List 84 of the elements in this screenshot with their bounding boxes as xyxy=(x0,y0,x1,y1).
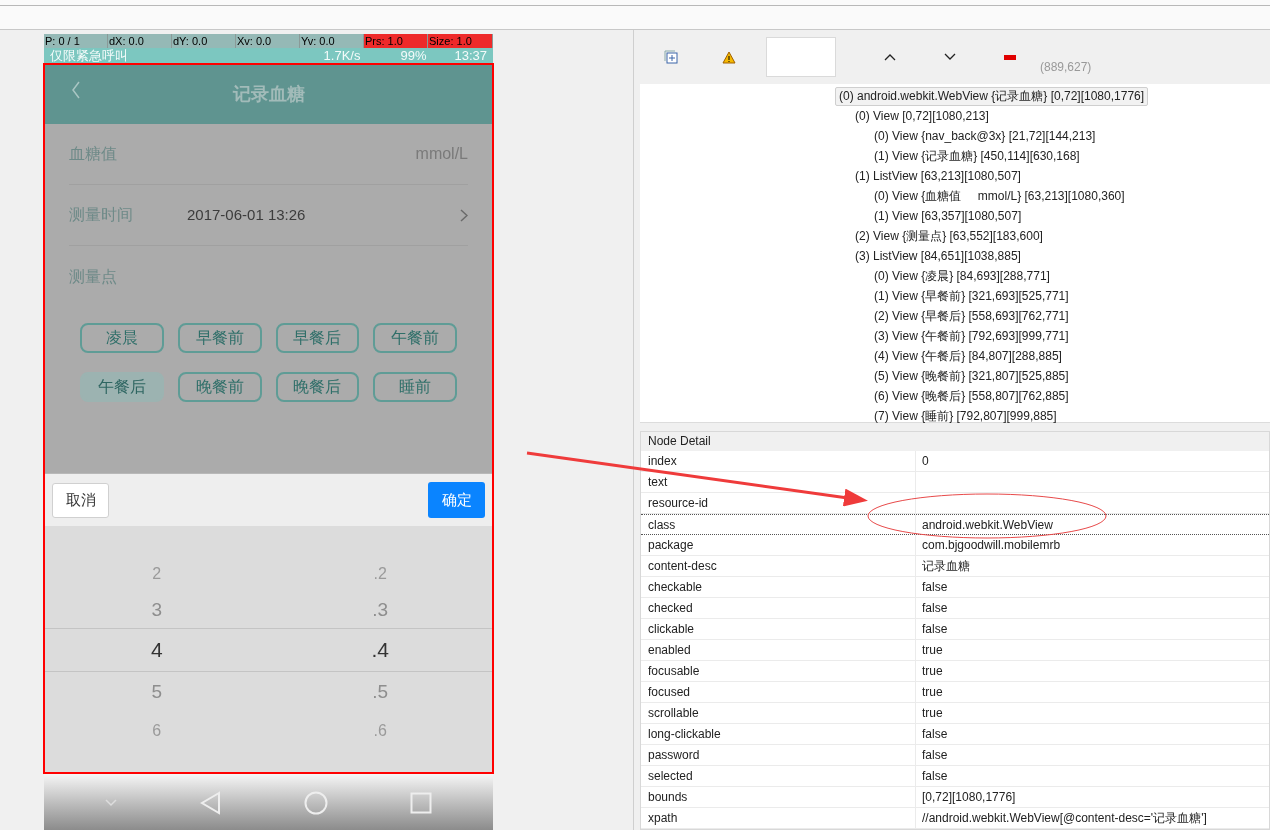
confirm-button[interactable]: 确定 xyxy=(428,482,485,518)
pointer-readout: dX: 0.0 xyxy=(108,34,172,48)
property-value: true xyxy=(921,663,943,680)
property-name: checkable xyxy=(641,577,916,597)
tree-node[interactable]: (0) View {nav_back@3x} [21,72][144,213] xyxy=(873,127,1097,145)
pointer-alert-readout: Size: 1.0 xyxy=(428,34,493,48)
property-value: com.bjgoodwill.mobilemrb xyxy=(921,537,1061,554)
tree-node[interactable]: (2) View {测量点} [63,552][183,600] xyxy=(854,227,1044,245)
pointer-readout: Xv: 0.0 xyxy=(236,34,300,48)
recents-icon[interactable] xyxy=(409,791,432,814)
tree-node[interactable]: (6) View {晚餐后} [558,807][762,885] xyxy=(873,387,1070,405)
panel-title: Node Detail xyxy=(641,432,1269,451)
tree-node[interactable]: (4) View {午餐后} [84,807][288,885] xyxy=(873,347,1063,365)
date-time-value[interactable]: 2017-06-01 13:26 xyxy=(187,203,306,227)
property-value: false xyxy=(921,621,948,638)
home-icon[interactable] xyxy=(303,790,328,815)
pointer-readout: P: 0 / 1 xyxy=(44,34,108,48)
property-name: resource-id xyxy=(641,493,916,513)
status-text: 仅限紧急呼叫 xyxy=(50,48,128,63)
property-value: false xyxy=(921,600,948,617)
tree-node[interactable]: (0) View [0,72][1080,213] xyxy=(854,107,990,125)
property-name: xpath xyxy=(641,808,916,828)
tree-node[interactable]: (1) View {早餐前} [321,693][525,771] xyxy=(873,287,1070,305)
field-label: 血糖值 xyxy=(69,144,118,164)
property-value: false xyxy=(921,726,948,743)
coordinates-text: (889,627) xyxy=(1040,59,1092,77)
property-value: android.webkit.WebView xyxy=(921,517,1053,534)
field-label: 测量点 xyxy=(69,266,118,287)
property-value: true xyxy=(921,642,943,659)
tree-node[interactable]: (5) View {晚餐前} [321,807][525,885] xyxy=(873,367,1070,385)
network-speed: 1.7K/s xyxy=(323,48,361,63)
chevron-down-icon[interactable] xyxy=(944,53,956,62)
tree-node[interactable]: (0) View {凌晨} [84,693][288,771] xyxy=(873,267,1051,285)
property-name: bounds xyxy=(641,787,916,807)
property-name: enabled xyxy=(641,640,916,660)
property-value: 记录血糖 xyxy=(921,558,970,575)
property-name: content-desc xyxy=(641,556,916,576)
property-name: text xyxy=(641,472,916,492)
tree-node[interactable]: (7) View {睡前} [792,807][999,885] xyxy=(873,407,1058,425)
property-name: clickable xyxy=(641,619,916,639)
warning-icon[interactable] xyxy=(722,50,736,64)
picker-option[interactable]: 4 xyxy=(150,628,163,672)
property-name: class xyxy=(641,515,916,534)
tree-node[interactable]: (1) View {记录血糖} [450,114][630,168] xyxy=(873,147,1081,165)
back-icon[interactable] xyxy=(71,81,81,99)
app-title: 记录血糖 xyxy=(232,83,305,106)
battery-level: 99% xyxy=(400,48,427,63)
tree-node[interactable]: (3) View {午餐前} [792,693][999,771] xyxy=(873,327,1070,345)
picker-option[interactable]: .4 xyxy=(371,628,389,672)
tree-node[interactable]: (0) android.webkit.WebView {记录血糖} [0,72][1080,1776] xyxy=(835,86,1149,106)
collapse-icon[interactable] xyxy=(105,798,118,807)
field-label: 测量时间 xyxy=(69,205,134,225)
tree-node[interactable]: (1) ListView [63,213][1080,507] xyxy=(854,167,1022,185)
property-name: checked xyxy=(641,598,916,618)
property-value: true xyxy=(921,684,943,701)
minus-icon[interactable] xyxy=(1004,54,1016,60)
tree-node[interactable]: (3) ListView [84,651][1038,885] xyxy=(854,247,1022,265)
tree-node[interactable]: (2) View {早餐后} [558,693][762,771] xyxy=(873,307,1070,325)
property-value: true xyxy=(921,705,943,722)
cancel-button[interactable]: 取消 xyxy=(52,482,109,518)
chevron-right-icon xyxy=(460,208,468,222)
property-value: false xyxy=(921,768,948,785)
property-name: index xyxy=(641,451,916,471)
chevron-up-icon[interactable] xyxy=(884,53,896,62)
property-name: long-clickable xyxy=(641,724,916,744)
property-value: [0,72][1080,1776] xyxy=(921,789,1016,806)
property-name: scrollable xyxy=(641,703,916,723)
clock: 13:37 xyxy=(454,48,487,63)
property-name: selected xyxy=(641,766,916,786)
property-name: password xyxy=(641,745,916,765)
property-value: false xyxy=(921,579,948,596)
expand-all-icon[interactable] xyxy=(664,50,678,65)
property-name: focused xyxy=(641,682,916,702)
search-field[interactable] xyxy=(766,37,836,78)
property-value: 0 xyxy=(921,453,929,470)
property-name: focusable xyxy=(641,661,916,681)
pointer-readout: dY: 0.0 xyxy=(172,34,236,48)
property-value: //android.webkit.WebView[@content-desc='记录血糖'] xyxy=(921,810,1207,827)
tree-node[interactable]: (1) View [63,357][1080,507] xyxy=(873,207,1023,225)
tree-node[interactable]: (0) View {血糖值 mmol/L} [63,213][1080,360] xyxy=(873,187,1126,205)
property-value: false xyxy=(921,747,948,764)
pointer-alert-readout: Prs: 1.0 xyxy=(364,34,428,48)
property-name: package xyxy=(641,535,916,555)
pointer-readout: Yv: 0.0 xyxy=(300,34,364,48)
